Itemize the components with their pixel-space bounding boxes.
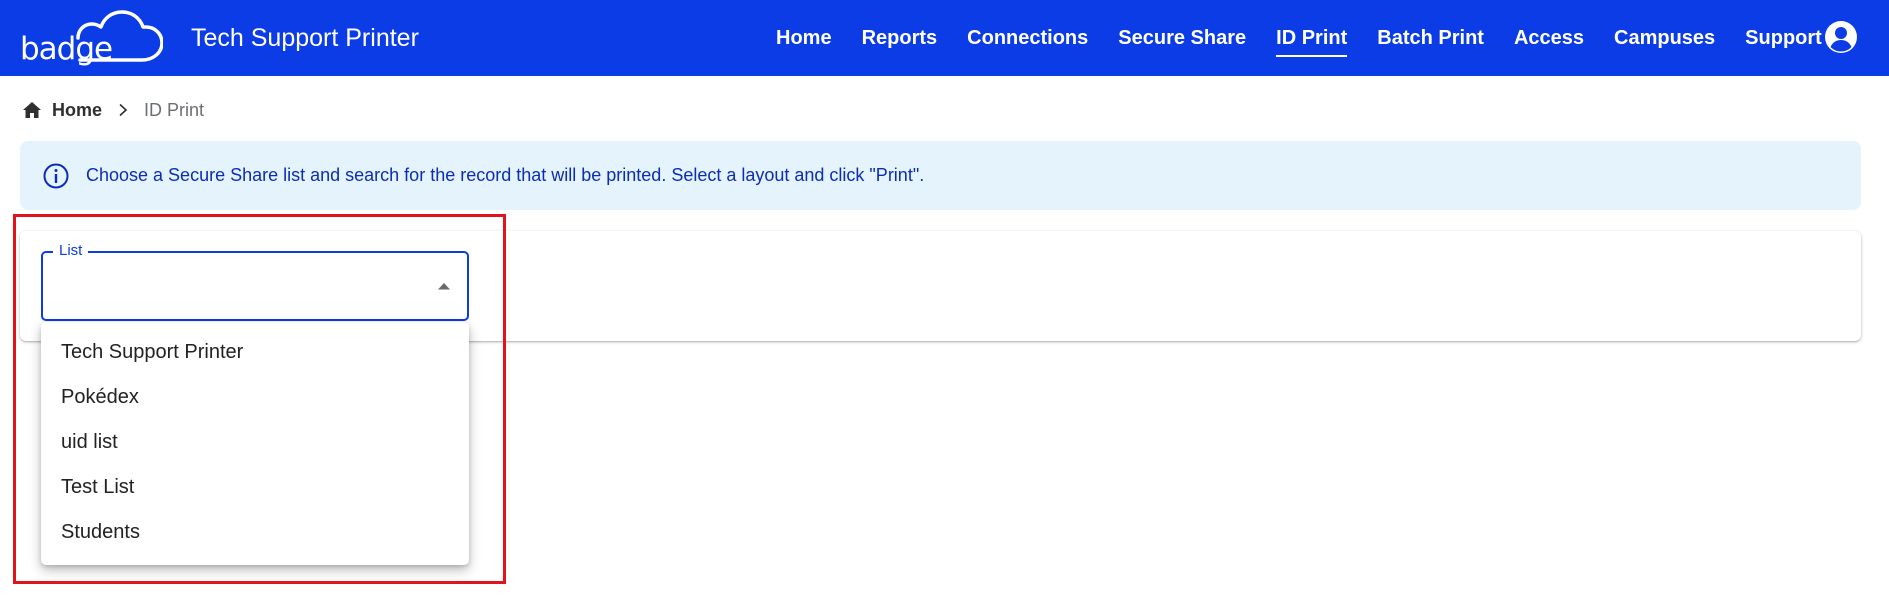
list-option[interactable]: Students: [41, 510, 469, 555]
list-option[interactable]: Test List: [41, 465, 469, 510]
brand: badge Tech Support Printer: [0, 0, 419, 76]
list-select-label: List: [53, 242, 89, 260]
list-option[interactable]: Tech Support Printer: [41, 330, 469, 375]
account-circle-icon: [1825, 21, 1857, 53]
nav-connections[interactable]: Connections: [967, 0, 1088, 76]
nav-reports[interactable]: Reports: [862, 0, 938, 76]
app-title: Tech Support Printer: [191, 23, 419, 52]
badge-logo[interactable]: badge: [18, 8, 163, 68]
account-button[interactable]: [1823, 19, 1859, 55]
nav-campuses[interactable]: Campuses: [1614, 0, 1715, 76]
caret-up-icon[interactable]: [437, 282, 451, 290]
alert-message: Choose a Secure Share list and search fo…: [86, 165, 925, 185]
main-nav: Home Reports Connections Secure Share ID…: [776, 0, 1852, 76]
info-icon: [43, 163, 69, 188]
nav-support[interactable]: Support: [1745, 0, 1822, 76]
info-alert: Choose a Secure Share list and search fo…: [20, 141, 1861, 210]
nav-secure-share[interactable]: Secure Share: [1118, 0, 1246, 76]
breadcrumb-home[interactable]: Home: [52, 100, 102, 121]
top-nav-bar: badge Tech Support Printer Home Reports …: [0, 0, 1889, 76]
breadcrumb: Home ID Print: [22, 98, 204, 122]
nav-home[interactable]: Home: [776, 0, 832, 76]
list-option[interactable]: uid list: [41, 420, 469, 465]
logo-text: badge: [20, 31, 113, 67]
breadcrumb-current: ID Print: [144, 99, 205, 120]
nav-access[interactable]: Access: [1514, 0, 1584, 76]
home-icon: [23, 102, 41, 118]
list-dropdown-menu: Tech Support Printer Pokédex uid list Te…: [41, 322, 469, 565]
list-select[interactable]: List: [41, 242, 469, 321]
chevron-right-icon: [119, 103, 128, 117]
list-option[interactable]: Pokédex: [41, 375, 469, 420]
nav-id-print[interactable]: ID Print: [1276, 0, 1348, 76]
nav-batch-print[interactable]: Batch Print: [1377, 0, 1484, 76]
